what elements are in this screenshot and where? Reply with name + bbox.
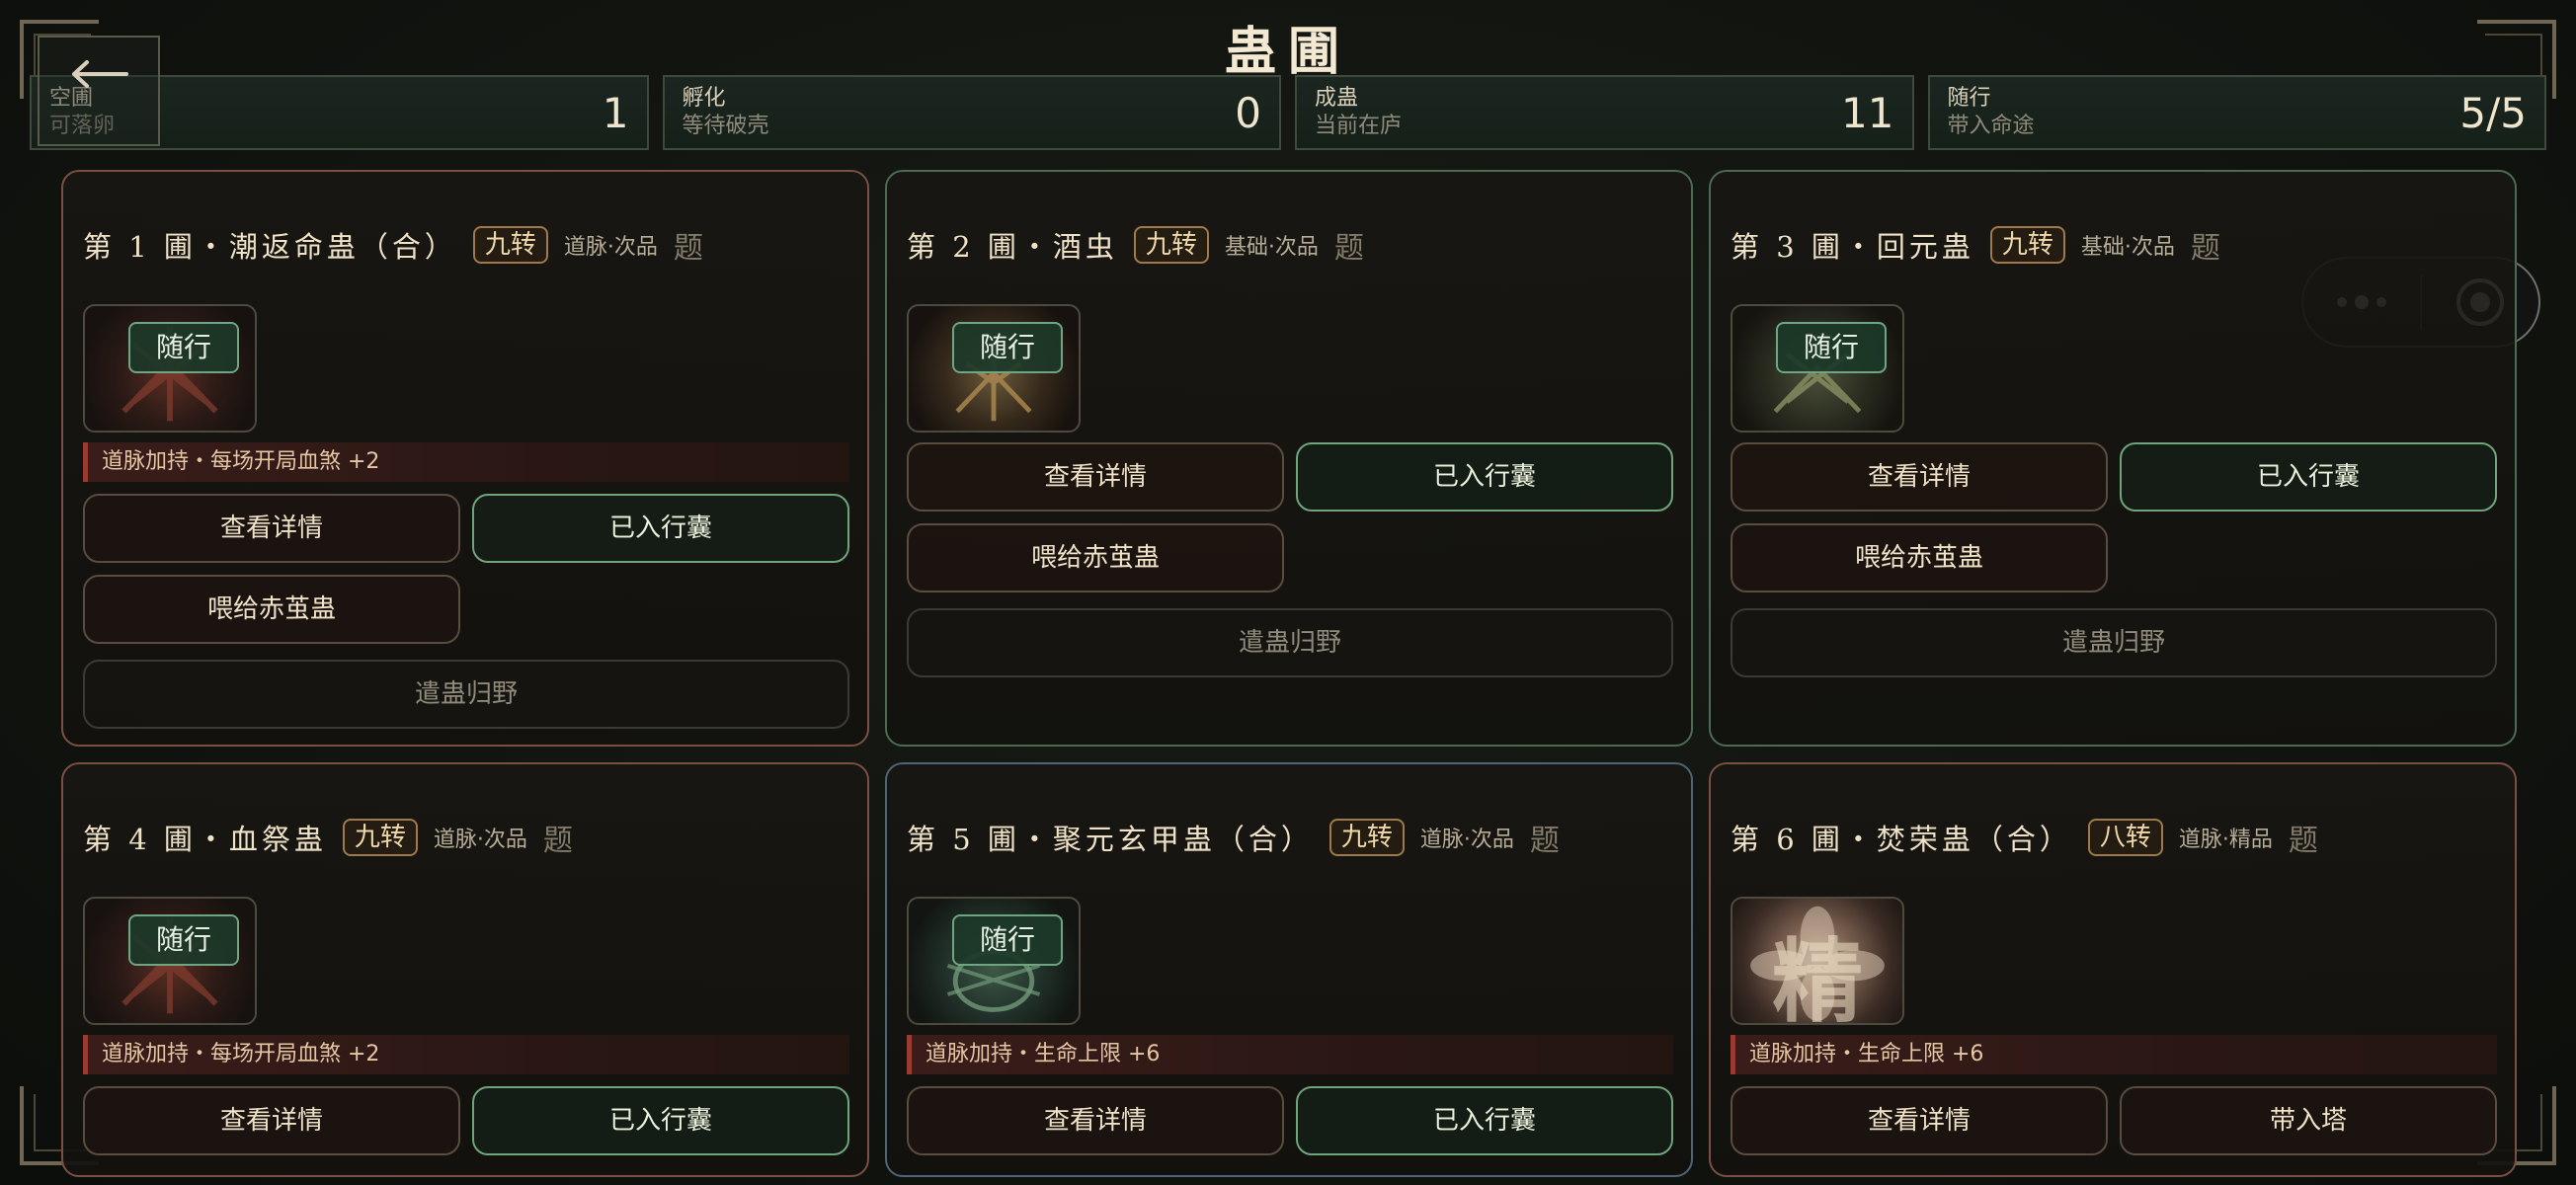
gu-portrait[interactable]: 精: [1731, 897, 1904, 1025]
page-title: 蛊圃: [1224, 22, 1351, 82]
plot-card-4: 第 4 圃・血祭蛊 九转 道脉·次品 题 随行 道脉加持・每场开局血煞 +2 查…: [61, 762, 869, 1177]
card-header: 第 1 圃・潮返命蛊（合） 九转 道脉·次品 题: [83, 223, 703, 267]
card-title: 第 3 圃・回元蛊: [1731, 230, 1974, 264]
stat-label: 成蛊: [1315, 86, 1359, 111]
arrow-left-icon: [72, 60, 128, 88]
category-label: 基础·次品: [1224, 235, 1319, 260]
stat-value: 5/5: [2459, 89, 2527, 137]
release-button[interactable]: 遣蛊归野: [907, 608, 1673, 677]
in-bag-button[interactable]: 已入行囊: [1296, 442, 1673, 512]
tier-badge: 九转: [342, 819, 418, 856]
card-header: 第 2 圃・酒虫 九转 基础·次品 题: [907, 223, 1364, 267]
card-header: 第 3 圃・回元蛊 九转 基础·次品 题: [1731, 223, 2220, 267]
category-label: 道脉·次品: [1419, 828, 1514, 852]
stat-label: 随行: [1947, 86, 1991, 111]
gu-portrait[interactable]: 随行: [83, 897, 257, 1025]
follow-badge: 随行: [952, 322, 1063, 373]
card-title: 第 2 圃・酒虫: [907, 230, 1118, 264]
plot-card-3: 第 3 圃・回元蛊 九转 基础·次品 题 随行 查看详情 已入行囊 喂给赤茧蛊 …: [1709, 170, 2517, 747]
ti-label: 题: [1333, 231, 1364, 266]
card-title: 第 5 圃・聚元玄甲蛊（合）: [907, 823, 1314, 856]
feed-button[interactable]: 喂给赤茧蛊: [907, 523, 1284, 592]
in-bag-button[interactable]: 已入行囊: [1296, 1086, 1673, 1155]
release-button[interactable]: 遣蛊归野: [1731, 608, 2497, 677]
card-title: 第 1 圃・潮返命蛊（合）: [83, 230, 457, 264]
follow-badge: 随行: [128, 322, 239, 373]
view-detail-button[interactable]: 查看详情: [907, 1086, 1284, 1155]
buff-bar: 道脉加持・每场开局血煞 +2: [83, 1035, 849, 1074]
release-button[interactable]: 遣蛊归野: [83, 660, 849, 729]
card-title: 第 4 圃・血祭蛊: [83, 823, 327, 856]
tier-badge: 九转: [1133, 226, 1209, 264]
category-label: 道脉·次品: [563, 235, 658, 260]
stat-value: 11: [1841, 89, 1894, 137]
plot-card-1: 第 1 圃・潮返命蛊（合） 九转 道脉·次品 题 随行 道脉加持・每场开局血煞 …: [61, 170, 869, 747]
stat-label: 孵化: [682, 86, 726, 111]
back-button[interactable]: [38, 36, 160, 146]
card-header: 第 6 圃・焚荣蛊（合） 八转 道脉·精品 题: [1731, 816, 2318, 859]
tier-badge: 八转: [2087, 819, 2163, 856]
stat-sub: 带入命途: [1947, 114, 2035, 138]
stat-sub: 等待破壳: [682, 114, 769, 138]
card-title: 第 6 圃・焚荣蛊（合）: [1731, 823, 2072, 856]
tier-badge: 九转: [1989, 226, 2065, 264]
in-bag-button[interactable]: 已入行囊: [2120, 442, 2497, 512]
stat-grown: 成蛊 当前在庐 11: [1295, 75, 1914, 150]
buff-bar: 道脉加持・每场开局血煞 +2: [83, 442, 849, 482]
feed-button[interactable]: 喂给赤茧蛊: [83, 575, 460, 644]
ti-label: 题: [2190, 231, 2220, 266]
plot-card-2: 第 2 圃・酒虫 九转 基础·次品 题 随行 查看详情 已入行囊 喂给赤茧蛊 遣…: [885, 170, 1693, 747]
ti-label: 题: [2288, 824, 2318, 858]
tier-badge: 九转: [1328, 819, 1405, 856]
ti-label: 题: [1529, 824, 1560, 858]
follow-badge: 随行: [1776, 322, 1887, 373]
stat-sub: 当前在庐: [1315, 114, 1403, 138]
feed-button[interactable]: 喂给赤茧蛊: [1731, 523, 2108, 592]
take-to-tower-button[interactable]: 带入塔: [2120, 1086, 2497, 1155]
card-header: 第 5 圃・聚元玄甲蛊（合） 九转 道脉·次品 题: [907, 816, 1560, 859]
category-label: 基础·次品: [2080, 235, 2175, 260]
category-label: 道脉·次品: [433, 828, 527, 852]
gu-portrait[interactable]: 随行: [907, 897, 1081, 1025]
ti-label: 题: [542, 824, 573, 858]
gu-portrait[interactable]: 随行: [907, 304, 1081, 433]
stat-hatching: 孵化 等待破壳 0: [662, 75, 1281, 150]
stat-follow: 随行 带入命途 5/5: [1927, 75, 2546, 150]
gu-portrait[interactable]: 随行: [1731, 304, 1904, 433]
ti-label: 题: [673, 231, 703, 266]
gu-portrait[interactable]: 随行: [83, 304, 257, 433]
tier-badge: 九转: [472, 226, 548, 264]
stat-value: 1: [602, 89, 629, 137]
view-detail-button[interactable]: 查看详情: [1731, 442, 2108, 512]
quality-seal: 精: [1771, 928, 1863, 1025]
stat-value: 0: [1235, 89, 1261, 137]
buff-bar: 道脉加持・生命上限 +6: [907, 1035, 1673, 1074]
view-detail-button[interactable]: 查看详情: [83, 1086, 460, 1155]
view-detail-button[interactable]: 查看详情: [1731, 1086, 2108, 1155]
stats-bar: 空圃 可落卵 1 孵化 等待破壳 0 成蛊 当前在庐 11 随行 带入命途 5/…: [30, 75, 2546, 150]
view-detail-button[interactable]: 查看详情: [83, 494, 460, 563]
plot-card-5: 第 5 圃・聚元玄甲蛊（合） 九转 道脉·次品 题 随行 道脉加持・生命上限 +…: [885, 762, 1693, 1177]
in-bag-button[interactable]: 已入行囊: [472, 494, 849, 563]
buff-bar: 道脉加持・生命上限 +6: [1731, 1035, 2497, 1074]
follow-badge: 随行: [128, 914, 239, 966]
category-label: 道脉·精品: [2178, 828, 2273, 852]
plot-card-6: 第 6 圃・焚荣蛊（合） 八转 道脉·精品 题 精 道脉加持・生命上限 +6 查…: [1709, 762, 2517, 1177]
view-detail-button[interactable]: 查看详情: [907, 442, 1284, 512]
in-bag-button[interactable]: 已入行囊: [472, 1086, 849, 1155]
follow-badge: 随行: [952, 914, 1063, 966]
card-header: 第 4 圃・血祭蛊 九转 道脉·次品 题: [83, 816, 573, 859]
